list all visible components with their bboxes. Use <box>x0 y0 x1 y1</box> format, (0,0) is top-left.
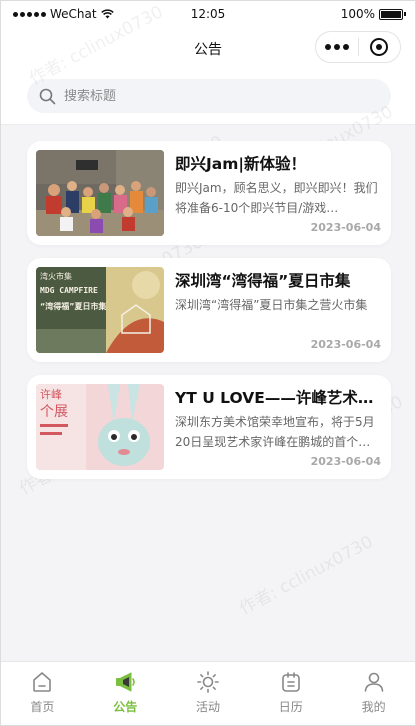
status-right: 100% <box>340 7 406 21</box>
announcement-desc: 深圳东方美术馆荣幸地宣布，将于5月20日呈现艺术家许峰在鹏城的首个个展 <box>175 415 375 449</box>
announcement-desc: 即兴Jam，顾名思义，即兴即兴！我们将准备6-10个即兴节目/游戏… <box>175 181 378 215</box>
watermark: 作者: cclinux0730 <box>236 532 377 620</box>
tab-label: 公告 <box>113 700 138 714</box>
user-icon <box>364 672 383 692</box>
tab-label: 活动 <box>195 700 220 714</box>
announcement-date: 2023-06-04 <box>310 455 381 468</box>
announcement-thumbnail <box>36 150 164 236</box>
tab-calendar[interactable]: 日历 <box>249 662 332 725</box>
thumbnail-text: MDG CAMPFIRE <box>40 286 98 295</box>
thumbnail-text: 湾火市集 <box>40 271 72 281</box>
search-box[interactable] <box>27 79 391 113</box>
thumbnail-text: 许峰 <box>40 388 62 401</box>
tab-bar: 首页 公告 活动 日历 我的 <box>1 661 415 725</box>
tab-announcements[interactable]: 公告 <box>84 662 167 725</box>
calendar-icon <box>281 672 300 692</box>
battery-percent: 100% <box>340 7 375 21</box>
more-menu-button[interactable] <box>316 44 358 50</box>
announcement-title: 即兴Jam|新体验！ <box>175 155 307 173</box>
tab-home[interactable]: 首页 <box>1 662 84 725</box>
tab-profile[interactable]: 我的 <box>332 662 415 725</box>
announcement-card[interactable]: 许峰 个展 YT U LOVE——许峰艺术个展 深圳东方美术馆荣幸地宣布，将于5… <box>27 375 391 479</box>
announcement-thumbnail: 许峰 个展 <box>36 384 164 470</box>
announcement-desc: 深圳湾“湾得福”夏日市集之营火市集 <box>175 298 368 312</box>
announcement-card[interactable]: 湾火市集 MDG CAMPFIRE “湾得福”夏日市集 深圳湾“湾得福”夏日市集… <box>27 258 391 362</box>
target-icon <box>370 38 389 56</box>
battery-icon <box>379 8 406 20</box>
tab-label: 日历 <box>278 700 303 714</box>
announcement-list: 即兴Jam|新体验！ 即兴Jam，顾名思义，即兴即兴！我们将准备6-10个即兴节… <box>27 141 391 492</box>
nav-bar: 公告 <box>1 27 415 69</box>
announcement-date: 2023-06-04 <box>310 338 381 351</box>
home-icon <box>33 672 52 692</box>
tab-label: 我的 <box>361 700 386 714</box>
sun-icon <box>197 671 219 693</box>
close-miniprogram-button[interactable] <box>358 38 400 56</box>
search-icon <box>39 88 56 104</box>
announcement-thumbnail: 湾火市集 MDG CAMPFIRE “湾得福”夏日市集 <box>36 267 164 353</box>
announcement-date: 2023-06-04 <box>310 221 381 234</box>
search-input[interactable] <box>64 88 364 104</box>
announcement-title: YT U LOVE——许峰艺术个展 <box>175 389 381 407</box>
status-bar: WeChat 12:05 100% <box>1 1 415 27</box>
more-dots-icon <box>324 44 331 50</box>
tab-label: 首页 <box>30 700 55 714</box>
announcement-title: 深圳湾“湾得福”夏日市集 <box>175 272 351 290</box>
tab-activities[interactable]: 活动 <box>167 662 250 725</box>
search-bar <box>1 69 415 125</box>
miniprogram-capsule <box>315 31 401 63</box>
thumbnail-text: 个展 <box>40 404 68 420</box>
phone-screen: WeChat 12:05 100% 公告 搜索标题 cclinux0730 作者… <box>0 0 416 726</box>
announcement-card[interactable]: 即兴Jam|新体验！ 即兴Jam，顾名思义，即兴即兴！我们将准备6-10个即兴节… <box>27 141 391 245</box>
thumbnail-text: “湾得福”夏日市集 <box>40 301 108 311</box>
megaphone-icon <box>116 672 135 692</box>
